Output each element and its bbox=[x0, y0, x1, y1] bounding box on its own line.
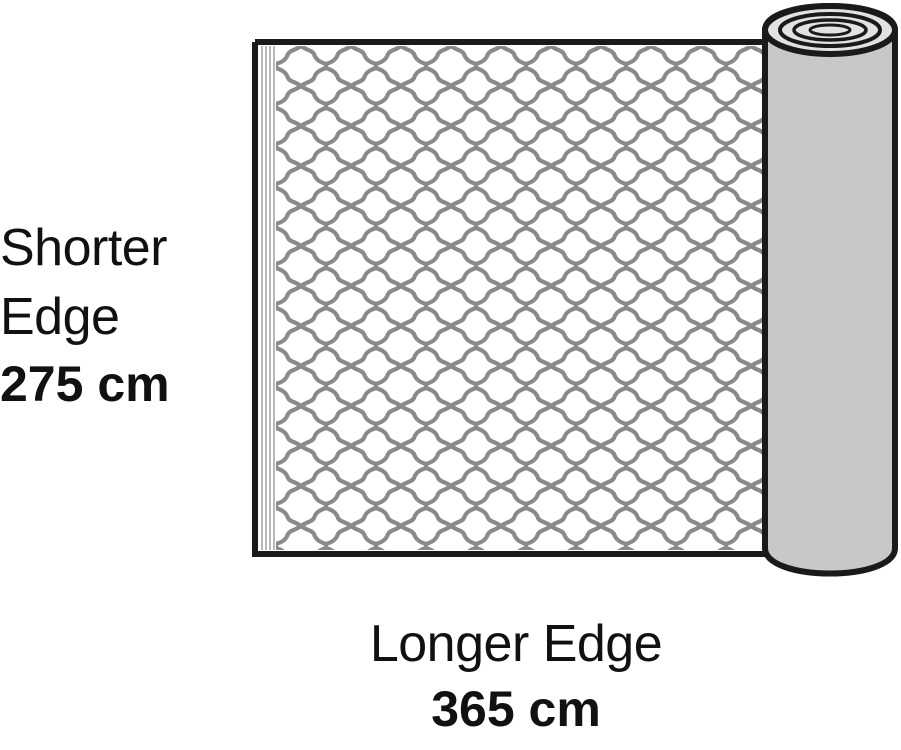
rug-flat-section bbox=[252, 39, 775, 557]
shorter-edge-label: Shorter Edge 275 cm bbox=[0, 222, 170, 409]
shorter-edge-title-line1: Shorter bbox=[0, 219, 168, 277]
rug-roll bbox=[762, 3, 898, 577]
shorter-edge-measurement: 275 cm bbox=[0, 356, 170, 412]
shorter-edge-title-line2: Edge bbox=[0, 288, 120, 346]
longer-edge-title: Longer Edge bbox=[369, 615, 663, 673]
longer-edge-label: Longer Edge 365 cm bbox=[336, 618, 696, 734]
longer-edge-measurement: 365 cm bbox=[431, 681, 601, 737]
